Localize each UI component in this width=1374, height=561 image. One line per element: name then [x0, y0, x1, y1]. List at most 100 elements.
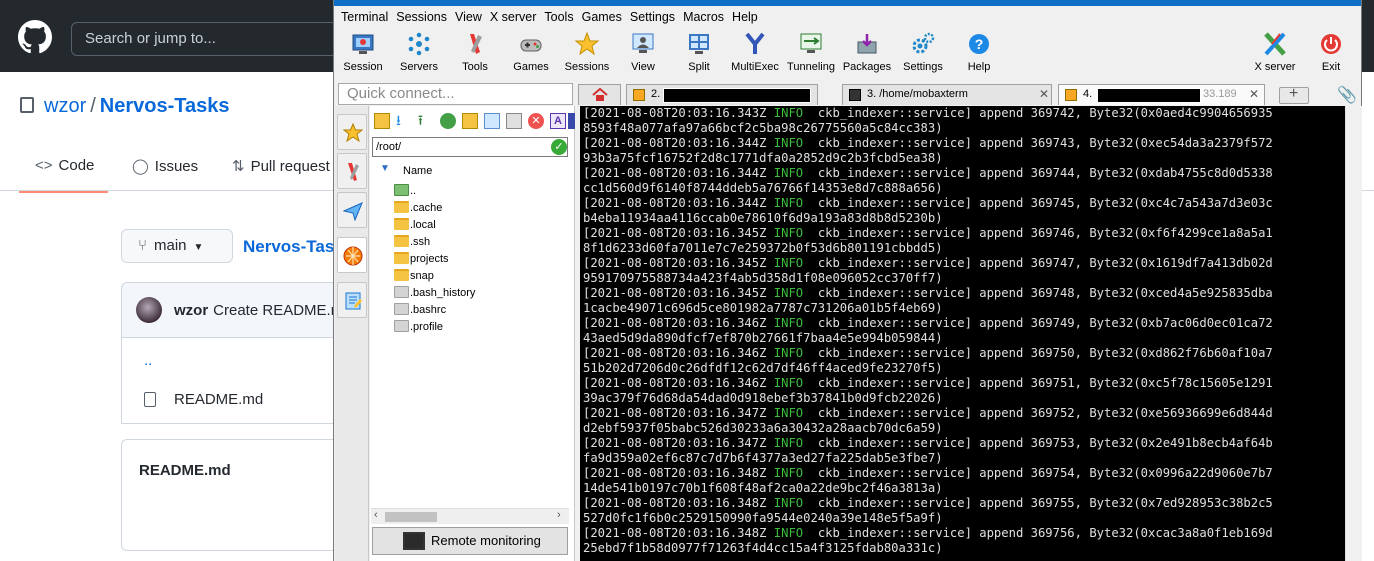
- sessions-button[interactable]: Sessions: [559, 30, 615, 78]
- new-tab-button[interactable]: [1279, 85, 1309, 104]
- packages-button[interactable]: Packages: [839, 30, 895, 78]
- edit-file-icon[interactable]: [506, 113, 522, 129]
- file-row[interactable]: .cache: [394, 201, 442, 218]
- multiexec-icon: [742, 32, 768, 56]
- quick-connect-input[interactable]: Quick connect...: [338, 83, 573, 105]
- close-icon[interactable]: ✕: [1249, 85, 1259, 104]
- right-edge-fragments: [1360, 95, 1374, 395]
- split-button[interactable]: Split: [671, 30, 727, 78]
- sidebar-notes-button[interactable]: [337, 282, 367, 318]
- servers-button[interactable]: Servers: [391, 30, 447, 78]
- parent-folder-icon[interactable]: [374, 113, 390, 129]
- horizontal-scrollbar[interactable]: ‹ ›: [371, 508, 569, 524]
- menu-view[interactable]: View: [455, 6, 488, 28]
- more-tools-icon[interactable]: [568, 113, 575, 129]
- tools-button[interactable]: Tools: [447, 30, 503, 78]
- menu-games[interactable]: Games: [582, 6, 628, 28]
- help-button[interactable]: ? Help: [951, 30, 1007, 78]
- log-timestamp: [2021-08-08T20:03:16.346Z: [583, 316, 767, 330]
- chevron-down-icon: ▼: [193, 242, 204, 253]
- tab-home[interactable]: [578, 84, 621, 105]
- file-row[interactable]: .profile: [394, 320, 443, 337]
- menu-terminal[interactable]: Terminal: [341, 6, 394, 28]
- refresh-icon[interactable]: [440, 113, 456, 129]
- tools-icon: [348, 163, 359, 181]
- file-name: .local: [410, 219, 436, 231]
- commit-info: wzor Create README.m: [174, 302, 343, 319]
- log-line-continuation: 959170975588734a423f4ab5d358d1f08e096052…: [583, 271, 943, 285]
- menu-xserver[interactable]: X server: [490, 6, 543, 28]
- multiexec-button[interactable]: MultiExec: [727, 30, 783, 78]
- new-folder-icon[interactable]: [462, 113, 478, 129]
- file-row[interactable]: .local: [394, 218, 436, 235]
- file-row[interactable]: .ssh: [394, 235, 430, 252]
- close-icon[interactable]: ✕: [1039, 85, 1049, 104]
- terminal-output[interactable]: [2021-08-08T20:03:16.343Z INFO ckb_index…: [580, 106, 1345, 561]
- multiexec-label: MultiExec: [731, 61, 779, 73]
- exit-button[interactable]: Exit: [1303, 30, 1359, 78]
- menu-tools[interactable]: Tools: [544, 6, 579, 28]
- avatar[interactable]: [136, 297, 162, 323]
- sidebar-sessions-button[interactable]: [337, 114, 367, 150]
- xserver-button[interactable]: X server: [1247, 30, 1303, 78]
- scrollbar-thumb[interactable]: [385, 512, 437, 522]
- repo-name-link[interactable]: Nervos-Tasks: [100, 95, 230, 117]
- tab-session-4-active[interactable]: 4. 33.189 ✕: [1058, 84, 1265, 105]
- log-message: ckb_indexer::service] append 369744, Byt…: [817, 166, 1273, 180]
- file-row-parent[interactable]: ..: [394, 184, 416, 201]
- rename-icon[interactable]: A: [550, 113, 566, 129]
- view-button[interactable]: View: [615, 30, 671, 78]
- repo-owner-link[interactable]: wzor: [44, 95, 86, 117]
- log-timestamp: [2021-08-08T20:03:16.343Z: [583, 106, 767, 120]
- settings-button[interactable]: Settings: [895, 30, 951, 78]
- delete-icon[interactable]: ✕: [528, 113, 544, 129]
- scroll-left-icon[interactable]: ‹: [374, 509, 378, 521]
- file-row[interactable]: .bashrc: [394, 303, 446, 320]
- branch-selector[interactable]: ⑂ main ▼: [121, 229, 233, 263]
- sidebar-macros-button[interactable]: [337, 192, 367, 228]
- log-line-continuation: 14de541b0197c70b1f608f48af2ca0a22de9bc2f…: [583, 481, 943, 495]
- log-line: [2021-08-08T20:03:16.348Z INFO ckb_index…: [580, 496, 1345, 511]
- commit-author[interactable]: wzor: [174, 302, 208, 319]
- tab-session-2[interactable]: 2.: [626, 84, 818, 105]
- file-path[interactable]: Nervos-Task: [243, 237, 344, 257]
- xserver-label: X server: [1254, 61, 1296, 73]
- terminal-scrollbar[interactable]: [1345, 106, 1362, 561]
- file-row[interactable]: snap: [394, 269, 434, 286]
- menu-sessions[interactable]: Sessions: [396, 6, 453, 28]
- log-line: [2021-08-08T20:03:16.347Z INFO ckb_index…: [580, 436, 1345, 451]
- tab-code[interactable]: <> Code: [18, 157, 109, 193]
- checkmark-icon[interactable]: ✓: [551, 139, 567, 155]
- file-name: .bashrc: [410, 304, 447, 316]
- search-input[interactable]: Search or jump to...: [71, 22, 371, 56]
- log-message: ckb_indexer::service] append 369753, Byt…: [817, 436, 1273, 450]
- games-button[interactable]: Games: [503, 30, 559, 78]
- menu-macros[interactable]: Macros: [683, 6, 730, 28]
- tab-pull-requests[interactable]: ⇅ Pull request: [232, 157, 330, 175]
- github-logo-icon[interactable]: [18, 20, 52, 54]
- file-link[interactable]: README.md: [174, 391, 263, 408]
- session-button[interactable]: Session: [335, 30, 391, 78]
- commit-message[interactable]: Create README.m: [213, 302, 343, 319]
- paperclip-icon[interactable]: 📎: [1337, 85, 1357, 105]
- file-row[interactable]: .bash_history: [394, 286, 475, 303]
- remote-monitoring-button[interactable]: Remote monitoring: [372, 527, 568, 555]
- download-icon[interactable]: ⭳: [396, 113, 412, 129]
- sidebar-tools-button[interactable]: [337, 153, 367, 189]
- menu-settings[interactable]: Settings: [630, 6, 681, 28]
- sftp-path-input[interactable]: /root/: [372, 137, 568, 157]
- parent-directory-link[interactable]: ..: [144, 352, 152, 369]
- file-row[interactable]: projects: [394, 252, 449, 269]
- scroll-right-icon[interactable]: ›: [557, 509, 561, 521]
- sftp-column-header[interactable]: ▼ Name: [370, 162, 574, 180]
- log-line: [2021-08-08T20:03:16.346Z INFO ckb_index…: [580, 316, 1345, 331]
- tunneling-button[interactable]: Tunneling: [783, 30, 839, 78]
- tab-issues[interactable]: ◯ Issues: [132, 157, 198, 175]
- log-message: ckb_indexer::service] append 369747, Byt…: [817, 256, 1273, 270]
- sidebar-sftp-button[interactable]: [337, 237, 367, 273]
- menu-help[interactable]: Help: [732, 6, 764, 28]
- log-timestamp: [2021-08-08T20:03:16.344Z: [583, 166, 767, 180]
- tab-session-3[interactable]: 3. /home/mobaxterm ✕: [842, 84, 1052, 105]
- upload-icon[interactable]: ⭱: [418, 113, 434, 129]
- new-file-icon[interactable]: [484, 113, 500, 129]
